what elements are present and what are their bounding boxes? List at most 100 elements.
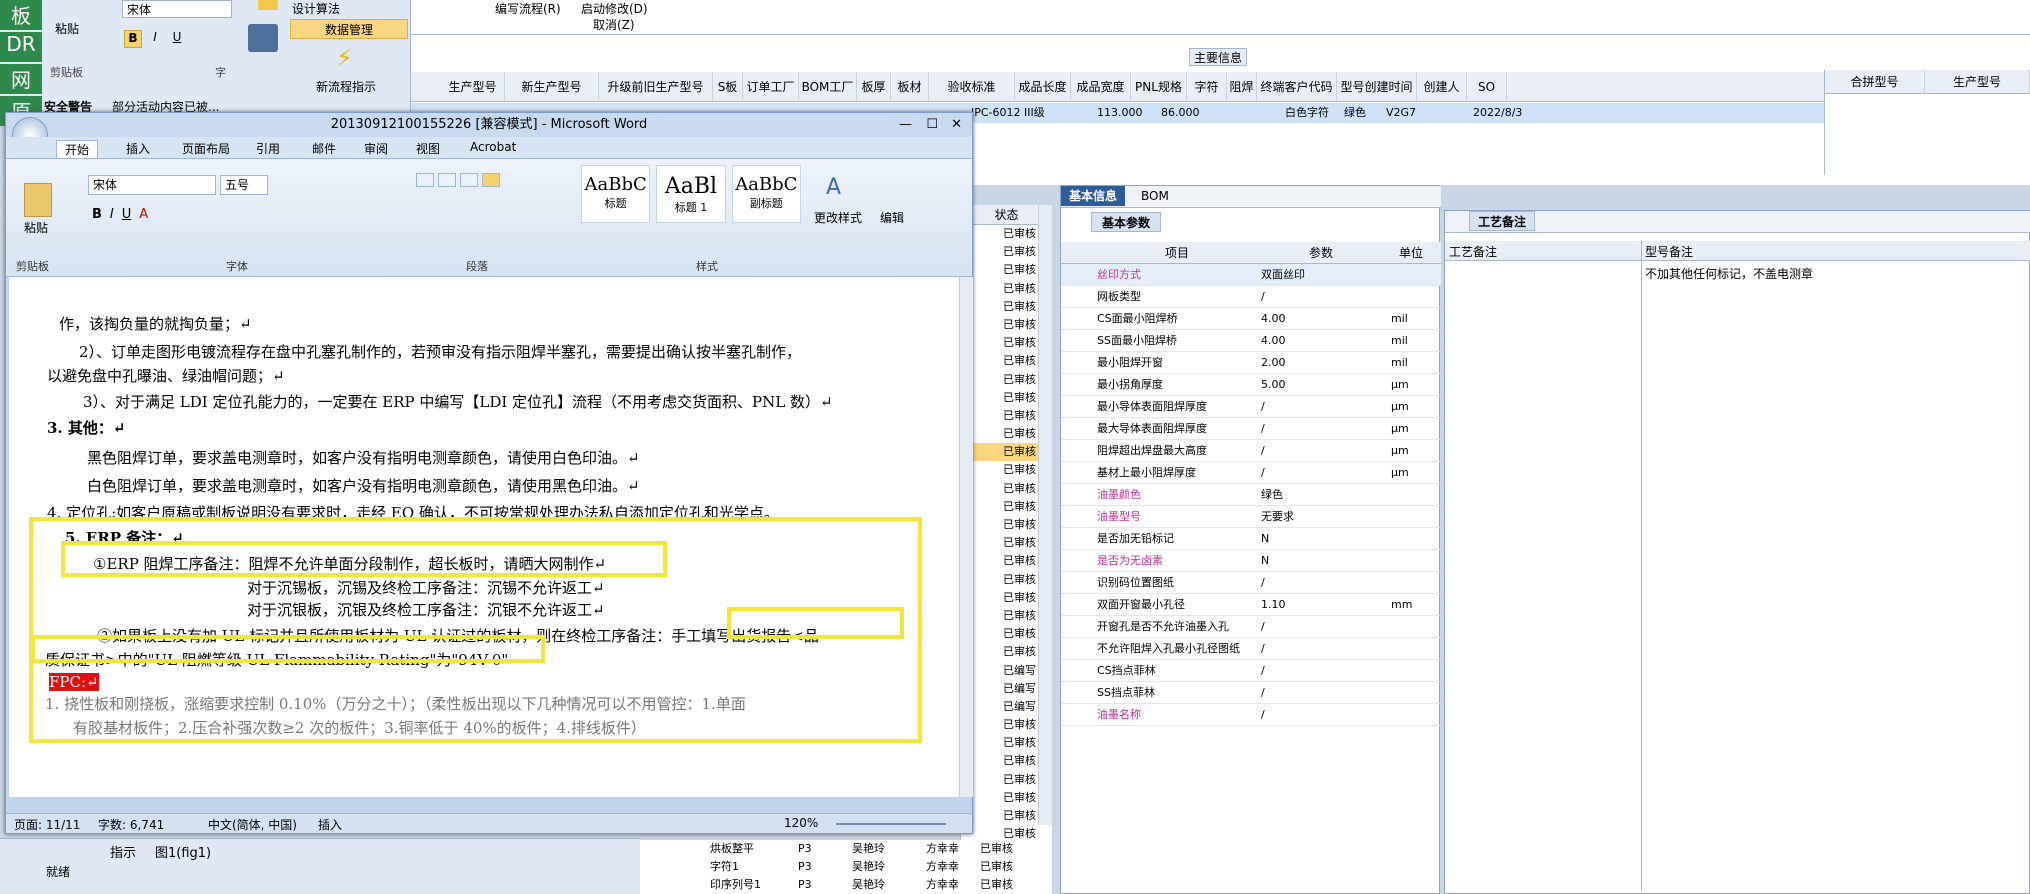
main-col-header[interactable]: 新生产型号 bbox=[505, 72, 599, 102]
main-col-header[interactable]: 生产型号 bbox=[441, 72, 505, 102]
param-value[interactable]: / bbox=[1261, 418, 1381, 440]
cancel-menu[interactable]: 取消(Z) bbox=[593, 16, 635, 33]
align-right-icon[interactable] bbox=[460, 173, 478, 187]
underline-button[interactable]: U bbox=[168, 30, 186, 48]
tree-row[interactable]: 字符1 P3 吴艳玲 方幸幸 已审核 bbox=[640, 858, 1040, 876]
tree-row[interactable]: 印序列号1 P3 吴艳玲 方幸幸 已审核 bbox=[640, 876, 1040, 894]
main-col-header[interactable]: 订单工厂 bbox=[743, 72, 799, 102]
main-col-header[interactable]: 成品长度 bbox=[1015, 72, 1071, 102]
main-col-header[interactable]: 阻焊 bbox=[1227, 72, 1257, 102]
italic-icon[interactable]: I bbox=[110, 207, 114, 222]
maximize-icon[interactable]: ☐ bbox=[926, 113, 938, 137]
main-col-header[interactable]: PNL规格 bbox=[1131, 72, 1187, 102]
font-name-box[interactable]: 宋体 bbox=[122, 0, 232, 18]
main-col-header[interactable]: 板厚 bbox=[857, 72, 891, 102]
param-row[interactable]: 不允许阻焊入孔最小孔径图纸 / bbox=[1061, 638, 1441, 660]
word-size-box[interactable]: 五号 bbox=[220, 175, 268, 195]
style-swatch[interactable]: AaBbC 副标题 bbox=[731, 165, 801, 223]
param-value[interactable]: / bbox=[1261, 682, 1381, 704]
param-row[interactable]: 最小拐角厚度 5.00 μm bbox=[1061, 374, 1441, 396]
align-left-icon[interactable] bbox=[416, 173, 434, 187]
param-value[interactable]: / bbox=[1261, 440, 1381, 462]
paste-icon[interactable] bbox=[24, 183, 52, 217]
param-row[interactable]: SS挡点菲林 / bbox=[1061, 682, 1441, 704]
param-row[interactable]: CS挡点菲林 / bbox=[1061, 660, 1441, 682]
status-scrollbar[interactable] bbox=[1038, 205, 1052, 825]
param-row[interactable]: 油墨名称 / bbox=[1061, 704, 1441, 726]
param-value[interactable]: 5.00 bbox=[1261, 374, 1381, 396]
main-col-header[interactable]: 升级前旧生产型号 bbox=[599, 72, 713, 102]
style-swatch[interactable]: AaBbC 标题 bbox=[581, 165, 651, 223]
word-tab[interactable]: 引用 bbox=[248, 140, 288, 157]
tab-bom[interactable]: BOM bbox=[1133, 186, 1177, 206]
param-row[interactable]: 基材上最小阻焊厚度 / μm bbox=[1061, 462, 1441, 484]
param-value[interactable]: / bbox=[1261, 572, 1381, 594]
word-tab[interactable]: 审阅 bbox=[356, 140, 396, 157]
param-row[interactable]: 最大导体表面阻焊厚度 / μm bbox=[1061, 418, 1441, 440]
param-row[interactable]: 是否为无卤素 N bbox=[1061, 550, 1441, 572]
bold-button[interactable]: B bbox=[124, 30, 142, 48]
param-value[interactable]: N bbox=[1261, 550, 1381, 572]
main-col-header[interactable]: 字符 bbox=[1187, 72, 1227, 102]
param-row[interactable]: 最小导体表面阻焊厚度 / μm bbox=[1061, 396, 1441, 418]
underline-icon[interactable]: U bbox=[122, 207, 132, 222]
word-font-box[interactable]: 宋体 bbox=[88, 175, 216, 195]
word-tab[interactable]: 开始 bbox=[56, 140, 99, 158]
italic-button[interactable]: I bbox=[146, 30, 164, 48]
param-value[interactable]: 双面丝印 bbox=[1261, 264, 1381, 286]
design-algo-item[interactable]: 设计算法 bbox=[292, 0, 340, 17]
word-tab[interactable]: 插入 bbox=[118, 140, 158, 157]
param-row[interactable]: SS面最小阻焊桥 4.00 mil bbox=[1061, 330, 1441, 352]
main-col-header[interactable]: 终端客户代码 bbox=[1257, 72, 1337, 102]
param-row[interactable]: 开窗孔是否不允许油墨入孔 / bbox=[1061, 616, 1441, 638]
edit-label[interactable]: 编辑 bbox=[880, 209, 904, 226]
param-value[interactable]: / bbox=[1261, 286, 1381, 308]
param-row[interactable]: CS面最小阻焊桥 4.00 mil bbox=[1061, 308, 1441, 330]
word-tab[interactable]: 邮件 bbox=[304, 140, 344, 157]
param-value[interactable]: N bbox=[1261, 528, 1381, 550]
param-row[interactable]: 阻焊超出焊盘最大高度 / μm bbox=[1061, 440, 1441, 462]
param-value[interactable]: 2.00 bbox=[1261, 352, 1381, 374]
subtab-basic-params[interactable]: 基本参数 bbox=[1091, 212, 1162, 232]
param-value[interactable]: / bbox=[1261, 616, 1381, 638]
param-row[interactable]: 识别码位置图纸 / bbox=[1061, 572, 1441, 594]
main-col-header[interactable]: 成品宽度 bbox=[1071, 72, 1131, 102]
param-row[interactable]: 油墨型号 无要求 bbox=[1061, 506, 1441, 528]
param-value[interactable]: 绿色 bbox=[1261, 484, 1381, 506]
word-scrollbar[interactable] bbox=[959, 277, 973, 797]
align-center-icon[interactable] bbox=[438, 173, 456, 187]
change-styles-label[interactable]: 更改样式 bbox=[814, 209, 862, 226]
param-row[interactable]: 最小阻焊开窗 2.00 mil bbox=[1061, 352, 1441, 374]
close-icon[interactable]: ✕ bbox=[951, 113, 962, 137]
param-value[interactable]: 无要求 bbox=[1261, 506, 1381, 528]
tab-fig1[interactable]: 图1(fig1) bbox=[155, 842, 211, 861]
new-flow-button[interactable]: 新流程指示 bbox=[316, 78, 376, 95]
main-col-header[interactable]: 验收标准 bbox=[929, 72, 1015, 102]
main-col-header[interactable]: SO bbox=[1467, 72, 1507, 102]
param-value[interactable]: / bbox=[1261, 660, 1381, 682]
font-color-icon[interactable]: A bbox=[139, 207, 148, 222]
start-modify-menu[interactable]: 启动修改(D) bbox=[581, 0, 648, 17]
param-row[interactable]: 是否加无铅标记 N bbox=[1061, 528, 1441, 550]
word-tab[interactable]: 视图 bbox=[408, 140, 448, 157]
minimize-icon[interactable]: — bbox=[899, 113, 912, 137]
param-value[interactable]: 1.10 bbox=[1261, 594, 1381, 616]
word-tab[interactable]: 页面布局 bbox=[174, 140, 238, 157]
param-value[interactable]: / bbox=[1261, 638, 1381, 660]
param-row[interactable]: 网板类型 / bbox=[1061, 286, 1441, 308]
param-row[interactable]: 油墨颜色 绿色 bbox=[1061, 484, 1441, 506]
main-col-header[interactable]: 创建人 bbox=[1417, 72, 1467, 102]
tab-basic-info[interactable]: 基本信息 bbox=[1061, 186, 1126, 206]
param-row[interactable]: 双面开窗最小孔径 1.10 mm bbox=[1061, 594, 1441, 616]
param-value[interactable]: / bbox=[1261, 396, 1381, 418]
tab-craft-note[interactable]: 工艺备注 bbox=[1469, 211, 1536, 231]
main-col-header[interactable]: 板材 bbox=[891, 72, 929, 102]
main-col-header[interactable]: 型号创建时间 bbox=[1337, 72, 1417, 102]
zoom-slider[interactable] bbox=[836, 823, 946, 825]
style-swatch[interactable]: AaBl 标题 1 bbox=[656, 165, 726, 223]
paste-button[interactable]: 粘贴 bbox=[55, 20, 79, 37]
data-mgmt-item[interactable]: 数据管理 bbox=[290, 19, 408, 39]
edit-flow-menu[interactable]: 编写流程(R) bbox=[495, 0, 561, 17]
param-value[interactable]: / bbox=[1261, 704, 1381, 726]
param-value[interactable]: 4.00 bbox=[1261, 330, 1381, 352]
